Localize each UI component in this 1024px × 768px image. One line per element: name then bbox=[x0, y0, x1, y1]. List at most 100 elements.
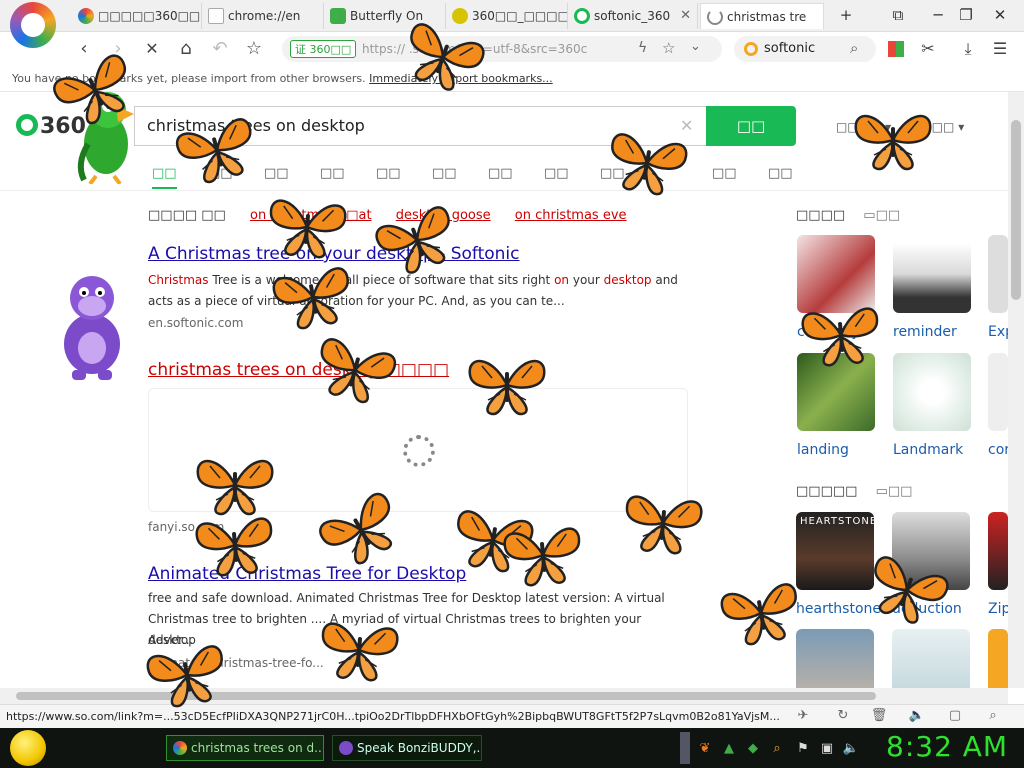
favorite-star-button[interactable]: ☆ bbox=[242, 37, 266, 61]
certificate-badge[interactable]: 证 360□□ bbox=[290, 40, 357, 58]
tab-vertical-8[interactable]: □□ bbox=[544, 166, 569, 181]
navigation-bar: ‹ › ✕ ⌂ ↶ ☆ 证 360□□ https:// .so.com/s?i… bbox=[0, 32, 1024, 66]
star-icon[interactable]: ☆ bbox=[662, 39, 675, 57]
trash-icon[interactable]: 🗑 bbox=[870, 707, 888, 725]
new-tab-button[interactable]: + bbox=[834, 4, 858, 26]
start-button[interactable] bbox=[10, 730, 46, 766]
related-link-3[interactable]: on christmas eve bbox=[515, 208, 627, 223]
vertical-scrollbar[interactable] bbox=[1008, 92, 1024, 688]
window-icon[interactable]: ▢ bbox=[946, 707, 964, 725]
download-icon bbox=[330, 8, 346, 24]
clock[interactable]: 8:32 AM bbox=[886, 730, 1008, 763]
taskbar-item-browser[interactable]: christmas trees on d... bbox=[166, 735, 324, 761]
so-search-icon bbox=[574, 8, 590, 24]
feedback-icon-2[interactable]: ▭ bbox=[876, 484, 888, 499]
softonic-icon bbox=[744, 42, 758, 56]
clear-icon[interactable]: ✕ bbox=[680, 116, 693, 135]
tab-favicon-icon bbox=[78, 8, 94, 24]
browser-app-icon bbox=[173, 741, 187, 755]
thumb-label-landmark[interactable]: Landmark bbox=[893, 442, 963, 458]
stop-button[interactable]: ✕ bbox=[140, 37, 164, 61]
minimize-button[interactable]: ─ bbox=[926, 4, 950, 26]
pin-icon[interactable]: ⧉ bbox=[886, 4, 910, 26]
thumb-zipp[interactable] bbox=[988, 512, 1008, 590]
tab-5[interactable]: softonic_360 ✕ bbox=[568, 3, 698, 29]
taskbar: christmas trees on d... Speak BonziBUDDY… bbox=[0, 728, 1024, 768]
butterfly-icon bbox=[195, 517, 273, 577]
volume-tray-icon[interactable]: 🔈 bbox=[842, 740, 860, 758]
close-window-button[interactable]: ✕ bbox=[988, 4, 1012, 26]
home-button[interactable]: ⌂ bbox=[174, 37, 198, 61]
apps-grid-icon[interactable] bbox=[888, 41, 904, 57]
feedback-icon[interactable]: ▭ bbox=[863, 208, 875, 223]
zoom-icon[interactable]: ⌕ bbox=[984, 707, 1002, 725]
loading-spinner-icon bbox=[403, 435, 435, 467]
menu-icon[interactable]: ☰ bbox=[988, 37, 1012, 61]
tab-vertical-5[interactable]: □□ bbox=[376, 166, 401, 181]
refresh-icon[interactable]: ↻ bbox=[834, 707, 852, 725]
thumb-cor[interactable] bbox=[988, 353, 1008, 431]
so-ring-icon bbox=[16, 114, 38, 136]
close-tab-icon[interactable]: ✕ bbox=[680, 3, 691, 29]
tree-tray-icon[interactable]: ▲ bbox=[720, 740, 738, 758]
thumb-label-landing[interactable]: landing bbox=[797, 442, 849, 458]
result-desc-3a: free and safe download. Animated Christm… bbox=[148, 591, 665, 605]
related-images-heading: □□□□ ▭□□ bbox=[796, 208, 901, 223]
search-button[interactable]: □□ bbox=[706, 106, 796, 146]
browser-logo-icon[interactable] bbox=[10, 2, 56, 48]
butterfly-icon bbox=[269, 199, 347, 259]
thumb-reminder[interactable] bbox=[893, 235, 971, 313]
butterfly-icon bbox=[801, 307, 879, 367]
related-videos-heading: □□□□□ ▭□□ bbox=[796, 484, 913, 499]
butterfly-icon bbox=[503, 527, 581, 587]
butterfly-tray-icon[interactable]: ❦ bbox=[696, 740, 714, 758]
butterfly-icon bbox=[625, 495, 703, 555]
scissors-icon[interactable]: ✂ bbox=[916, 37, 940, 61]
chevron-down-icon[interactable]: ⌄ bbox=[690, 39, 701, 54]
tab-divider bbox=[0, 190, 1008, 191]
taskbar-item-bonzi[interactable]: Speak BonziBUDDY,... bbox=[332, 735, 482, 761]
search-tray-icon[interactable]: ⌕ bbox=[768, 740, 786, 758]
flag-tray-icon[interactable]: ⚑ bbox=[794, 740, 812, 758]
tab-1[interactable]: □□□□□360□□ bbox=[72, 3, 202, 29]
result-title-2[interactable]: christmas trees on desktop □□□□ bbox=[148, 360, 449, 380]
tab-vertical-6[interactable]: □□ bbox=[432, 166, 457, 181]
restore-button[interactable]: ❐ bbox=[954, 4, 978, 26]
thumb-landmark[interactable] bbox=[893, 353, 971, 431]
thumb-label-reminder[interactable]: reminder bbox=[893, 324, 957, 340]
tab-bar: □□□□□360□□ chrome://en Butterfly On 360□… bbox=[0, 0, 1024, 48]
vertical-scroll-thumb[interactable] bbox=[1011, 120, 1021, 300]
thumb-label-cor[interactable]: cor bbox=[988, 442, 1008, 458]
thumb-label-zipp[interactable]: Zipp bbox=[988, 601, 1008, 617]
lightning-icon[interactable]: ϟ bbox=[638, 40, 647, 56]
360-security-icon bbox=[452, 8, 468, 24]
rocket-icon[interactable]: ✈ bbox=[794, 707, 812, 725]
tab-2[interactable]: chrome://en bbox=[202, 3, 324, 29]
tab-vertical-4[interactable]: □□ bbox=[320, 166, 345, 181]
undo-button[interactable]: ↶ bbox=[208, 37, 232, 61]
butterfly-icon bbox=[321, 622, 399, 682]
bonzi-agent-icon[interactable] bbox=[50, 268, 134, 384]
thumb-video-6[interactable] bbox=[988, 629, 1008, 688]
download-button[interactable]: ⤓ bbox=[956, 37, 980, 61]
butterfly-icon bbox=[854, 114, 932, 171]
tab-web[interactable]: □□ bbox=[152, 166, 177, 189]
tab-6-active[interactable]: christmas tre bbox=[700, 3, 824, 29]
address-bar[interactable]: 证 360□□ https:// .so.com/s?ie=utf-8&src=… bbox=[282, 36, 722, 62]
thumb-label-exp[interactable]: Exp bbox=[988, 324, 1008, 340]
result-url-1[interactable]: en.softonic.com bbox=[148, 316, 243, 330]
tab-4[interactable]: 360□□_□□□□ bbox=[446, 3, 568, 29]
network-tray-icon[interactable]: ▣ bbox=[818, 740, 836, 758]
search-icon[interactable]: ⌕ bbox=[850, 39, 858, 57]
thumb-video-5[interactable] bbox=[892, 629, 970, 688]
butterfly-icon bbox=[468, 359, 546, 416]
tab-vertical-11[interactable]: □□ bbox=[768, 166, 793, 181]
tab-vertical-10[interactable]: □□ bbox=[712, 166, 737, 181]
volume-icon[interactable]: 🔈 bbox=[908, 707, 926, 725]
taskbar-scroll[interactable] bbox=[680, 732, 690, 764]
side-search-box[interactable]: softonic ⌕ bbox=[734, 36, 876, 62]
bonzi-app-icon bbox=[339, 741, 353, 755]
tab-vertical-7[interactable]: □□ bbox=[488, 166, 513, 181]
parrot-tray-icon[interactable]: ◆ bbox=[744, 740, 762, 758]
thumb-exp[interactable] bbox=[988, 235, 1008, 313]
